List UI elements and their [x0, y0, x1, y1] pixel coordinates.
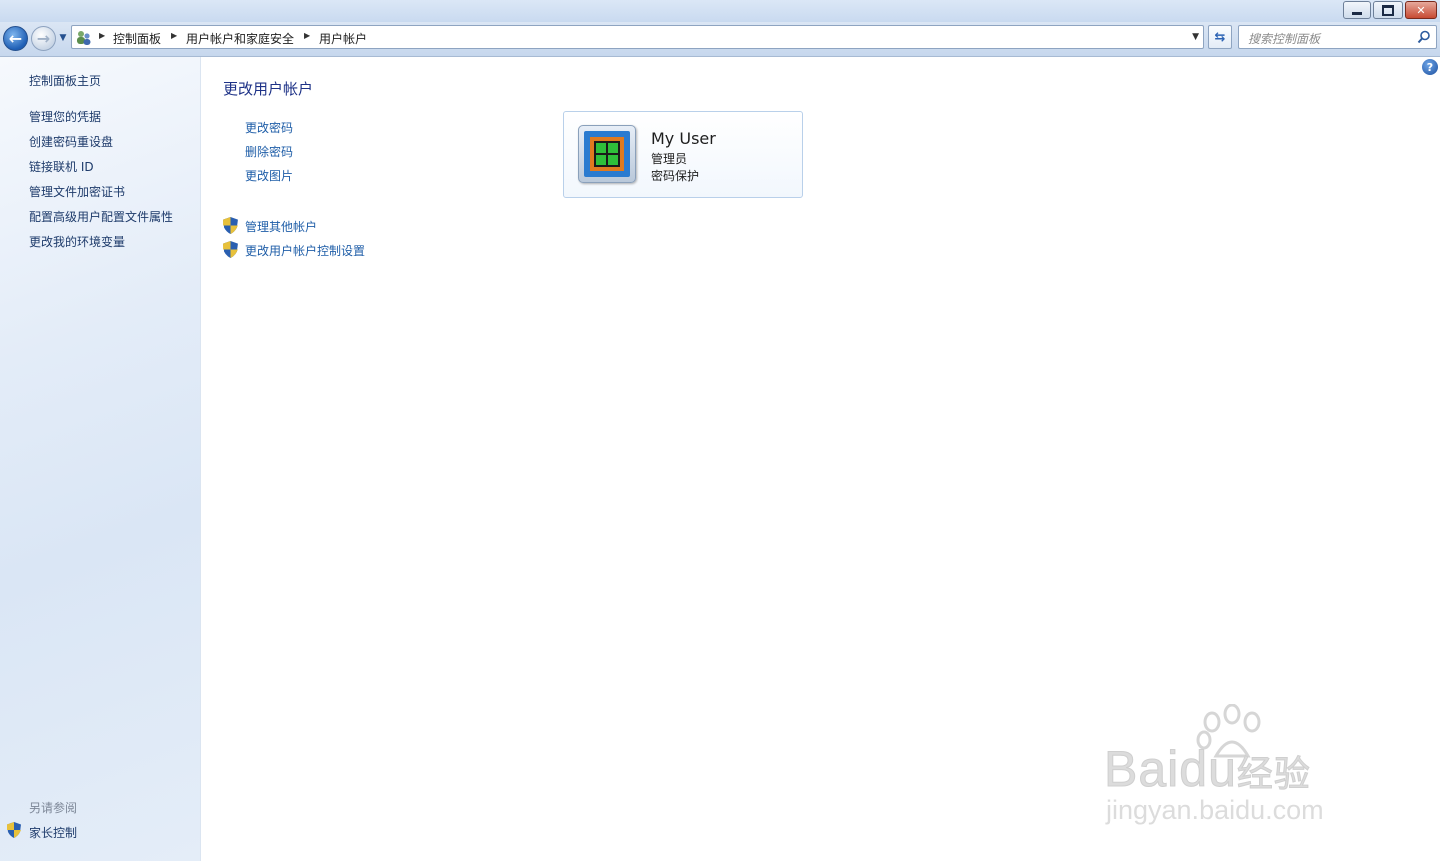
chevron-down-icon: ▼	[59, 33, 67, 43]
search-icon[interactable]	[1417, 30, 1431, 44]
minimize-icon	[1352, 11, 1362, 15]
control-panel-users-icon	[77, 31, 91, 45]
close-button[interactable]: ✕	[1405, 1, 1437, 19]
forward-button[interactable]: →	[31, 26, 56, 51]
navigation-bar: ← → ▼ ▶ 控制面板 ▶ 用户帐户和家庭安全 ▶ 用户帐户 ▼ ⇆ 搜索控制…	[0, 22, 1440, 57]
create-reset-disk-link[interactable]: 创建密码重设盘	[29, 133, 113, 150]
address-bar[interactable]: ▶ 控制面板 ▶ 用户帐户和家庭安全 ▶ 用户帐户 ▼	[71, 25, 1204, 49]
control-panel-home-link[interactable]: 控制面板主页	[29, 72, 101, 89]
breadcrumb-control-panel[interactable]: 控制面板	[113, 30, 161, 47]
recent-pages-dropdown[interactable]: ▼	[58, 31, 68, 45]
search-input[interactable]: 搜索控制面板	[1238, 25, 1437, 49]
user-role: 管理员	[651, 152, 688, 166]
see-also-heading: 另请参阅	[29, 801, 78, 815]
advanced-profile-properties-link[interactable]: 配置高级用户配置文件属性	[29, 208, 173, 225]
change-picture-link[interactable]: 更改图片	[245, 167, 293, 184]
breadcrumb-separator[interactable]: ▶	[171, 31, 177, 40]
page-title: 更改用户帐户	[223, 80, 314, 98]
back-button[interactable]: ←	[3, 26, 28, 51]
close-icon: ✕	[1416, 3, 1426, 17]
change-password-link[interactable]: 更改密码	[245, 119, 293, 136]
manage-credentials-link[interactable]: 管理您的凭据	[29, 108, 101, 125]
restore-icon	[1382, 4, 1394, 16]
restore-button[interactable]	[1373, 1, 1403, 19]
window-title-bar: ✕	[0, 0, 1440, 22]
breadcrumb-user-accounts-family[interactable]: 用户帐户和家庭安全	[186, 30, 294, 47]
user-picture	[578, 125, 636, 183]
remove-password-link[interactable]: 删除密码	[245, 143, 293, 160]
uac-settings-link[interactable]: 更改用户帐户控制设置	[245, 242, 365, 259]
uac-shield-icon	[223, 217, 238, 234]
help-icon[interactable]: ?	[1422, 59, 1438, 75]
forward-arrow-icon: →	[36, 29, 51, 48]
user-avatar-icon	[584, 131, 630, 177]
uac-shield-icon	[7, 822, 21, 838]
user-name: My User	[651, 129, 716, 148]
breadcrumb-separator[interactable]: ▶	[304, 31, 310, 40]
breadcrumb-separator[interactable]: ▶	[99, 31, 105, 40]
search-placeholder: 搜索控制面板	[1248, 32, 1321, 46]
refresh-button[interactable]: ⇆	[1208, 25, 1232, 49]
link-online-id-link[interactable]: 链接联机 ID	[29, 158, 94, 175]
user-password-status: 密码保护	[651, 169, 700, 183]
left-task-pane: 控制面板主页 管理您的凭据 创建密码重设盘 链接联机 ID 管理文件加密证书 配…	[0, 57, 201, 861]
manage-encryption-certs-link[interactable]: 管理文件加密证书	[29, 183, 125, 200]
address-history-dropdown-icon[interactable]: ▼	[1192, 32, 1199, 42]
baidu-watermark: Baidu经验 jingyan.baidu.com	[1103, 700, 1364, 830]
uac-shield-icon	[223, 241, 238, 258]
breadcrumb-user-accounts[interactable]: 用户帐户	[319, 30, 367, 47]
manage-other-accounts-link[interactable]: 管理其他帐户	[245, 218, 317, 235]
change-environment-variables-link[interactable]: 更改我的环境变量	[29, 233, 125, 250]
refresh-icon: ⇆	[1214, 29, 1226, 45]
watermark-brand: Baidu经验	[1103, 741, 1311, 798]
parental-controls-link[interactable]: 家长控制	[29, 824, 77, 841]
user-account-card: My User 管理员 密码保护	[563, 111, 803, 198]
back-arrow-icon: ←	[8, 29, 23, 48]
minimize-button[interactable]	[1343, 1, 1371, 19]
watermark-url: jingyan.baidu.com	[1106, 795, 1324, 825]
